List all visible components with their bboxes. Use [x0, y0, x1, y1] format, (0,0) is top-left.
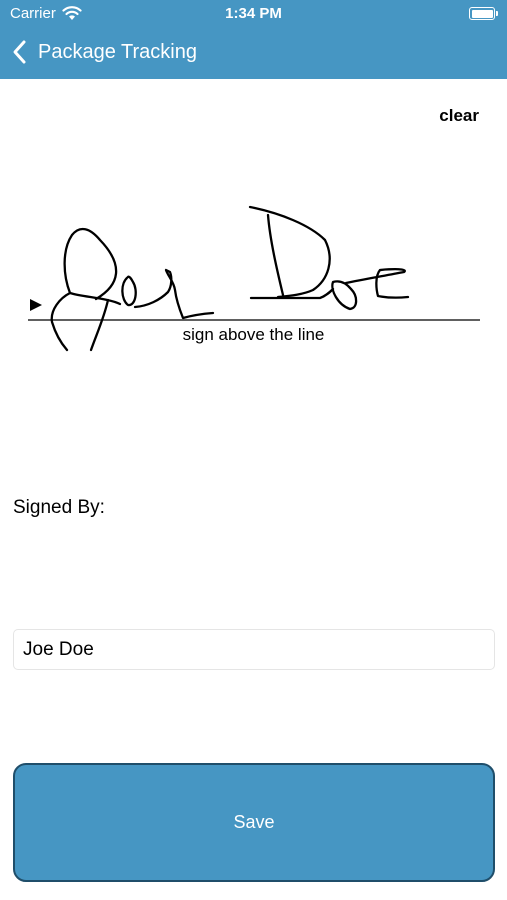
- back-button[interactable]: Package Tracking: [10, 36, 197, 68]
- save-button[interactable]: Save: [13, 763, 495, 882]
- navigation-header: Carrier 1:34 PM Package Tracking: [0, 0, 507, 79]
- signature-start-marker: [30, 299, 42, 311]
- page-title: Package Tracking: [38, 40, 197, 63]
- chevron-left-icon: [13, 40, 26, 64]
- signature-caption: sign above the line: [182, 325, 325, 344]
- signed-by-label: Signed By:: [13, 497, 105, 518]
- signer-name-field[interactable]: [13, 629, 495, 670]
- battery-icon: [469, 7, 498, 20]
- clear-signature-button[interactable]: clear: [439, 106, 479, 126]
- status-bar: Carrier 1:34 PM: [0, 0, 507, 28]
- clock: 1:34 PM: [225, 5, 282, 22]
